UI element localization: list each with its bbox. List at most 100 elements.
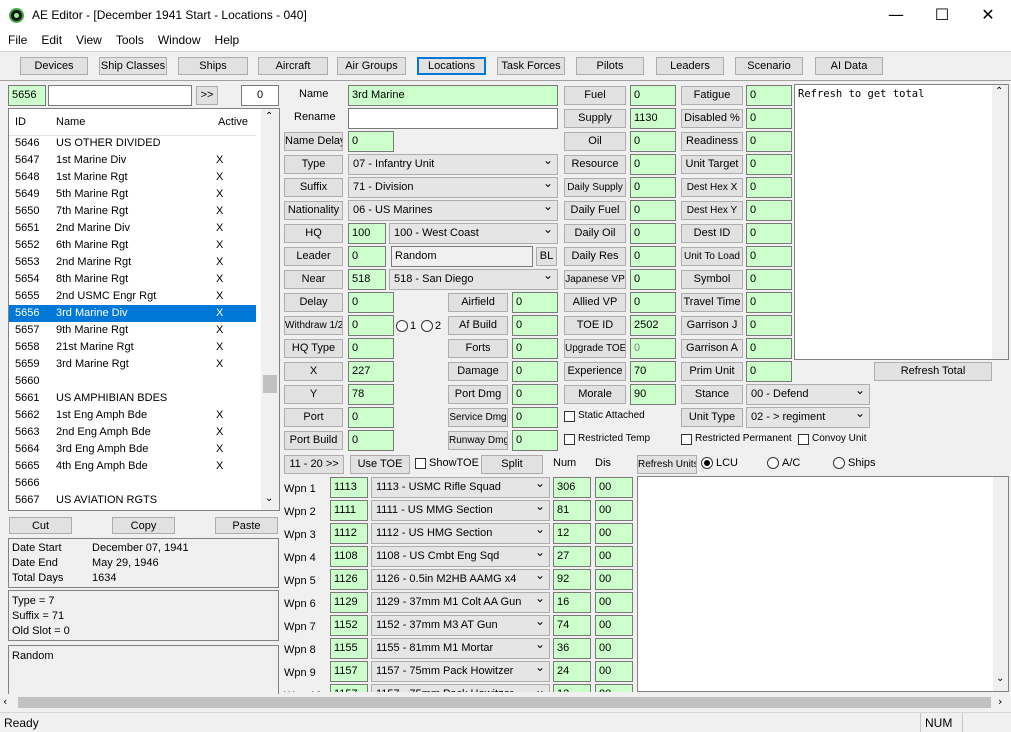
list-item[interactable]: 5665 4th Eng Amph Bde X (9, 458, 256, 475)
name-search-input[interactable] (48, 85, 192, 106)
scroll-right-icon[interactable]: › (998, 695, 1002, 708)
totals-memo[interactable]: Refresh to get total ⌃ (794, 84, 1009, 360)
garrison-a-button[interactable]: Garrison A (681, 339, 743, 358)
horizontal-scroll-thumb[interactable] (18, 697, 991, 708)
toe-id-button[interactable]: TOE ID (564, 316, 626, 335)
tab-scenario[interactable]: Scenario (735, 57, 803, 75)
unit-target-button[interactable]: Unit Target (681, 155, 743, 174)
fuel-button[interactable]: Fuel (564, 86, 626, 105)
list-item[interactable]: 5662 1st Eng Amph Bde X (9, 407, 256, 424)
name-delay-button[interactable]: Name Delay (284, 132, 343, 151)
upgrade-toe-button[interactable]: Upgrade TOE (564, 339, 626, 358)
next-weapons-button[interactable]: 11 - 20 >> (284, 455, 344, 474)
port-dmg-button[interactable]: Port Dmg (448, 385, 508, 404)
weapon-id-field[interactable]: 1157 (330, 684, 368, 692)
morale-field[interactable]: 90 (630, 384, 676, 405)
weapon-dis-field[interactable]: 00 (595, 500, 633, 521)
service-dmg-button[interactable]: Service Dmg (448, 408, 508, 427)
airfield-button[interactable]: Airfield (448, 293, 508, 312)
fatigue-button[interactable]: Fatigue (681, 86, 743, 105)
type-button[interactable]: Type (284, 155, 343, 174)
y-button[interactable]: Y (284, 385, 343, 404)
list-item[interactable]: 5655 2nd USMC Engr Rgt X (9, 288, 256, 305)
weapon-id-field[interactable]: 1108 (330, 546, 368, 567)
menu-file[interactable]: File (0, 31, 33, 47)
unit-to-load-field[interactable]: 0 (746, 246, 792, 267)
scroll-thumb[interactable] (263, 375, 277, 393)
y-field[interactable]: 78 (348, 384, 394, 405)
garrison-a-field[interactable]: 0 (746, 338, 792, 359)
forts-field[interactable]: 0 (512, 338, 558, 359)
stance-select[interactable]: 00 - Defend (746, 384, 870, 405)
port-field[interactable]: 0 (348, 407, 394, 428)
oil-field[interactable]: 0 (630, 131, 676, 152)
tab-ships[interactable]: Ships (178, 57, 248, 75)
disabled-field[interactable]: 0 (746, 108, 792, 129)
weapon-num-field[interactable]: 306 (553, 477, 591, 498)
daily-fuel-field[interactable]: 0 (630, 200, 676, 221)
unit-to-load-button[interactable]: Unit To Load (681, 247, 743, 266)
refresh-total-button[interactable]: Refresh Total (874, 362, 992, 381)
delay-button[interactable]: Delay (284, 293, 343, 312)
weapon-num-field[interactable]: 24 (553, 661, 591, 682)
weapon-select[interactable]: 1108 - US Cmbt Eng Sqd (371, 546, 550, 567)
memo-scrollbar[interactable]: ⌃ (992, 85, 1008, 359)
garrison-j-button[interactable]: Garrison J (681, 316, 743, 335)
split-button[interactable]: Split (481, 455, 543, 474)
weapon-select[interactable]: 1113 - USMC Rifle Squad (371, 477, 550, 498)
list-item[interactable]: 5657 9th Marine Rgt X (9, 322, 256, 339)
paste-button[interactable]: Paste (215, 517, 278, 534)
list-item[interactable]: 5666 (9, 475, 256, 492)
nationality-select[interactable]: 06 - US Marines (348, 200, 558, 221)
suffix-button[interactable]: Suffix (284, 178, 343, 197)
weapon-select[interactable]: 1112 - US HMG Section (371, 523, 550, 544)
dest-hex-y-field[interactable]: 0 (746, 200, 792, 221)
list-item[interactable]: 5653 2nd Marine Rgt X (9, 254, 256, 271)
tab-task-forces[interactable]: Task Forces (497, 57, 565, 75)
weapon-num-field[interactable]: 16 (553, 592, 591, 613)
list-item[interactable]: 5656 3rd Marine Div X (9, 305, 256, 322)
runway-dmg-field[interactable]: 0 (512, 430, 558, 451)
garrison-j-field[interactable]: 0 (746, 315, 792, 336)
convoy-unit-checkbox[interactable] (798, 434, 809, 445)
name-delay-field[interactable]: 0 (348, 131, 394, 152)
type-select[interactable]: 07 - Infantry Unit (348, 154, 558, 175)
forts-button[interactable]: Forts (448, 339, 508, 358)
leader-button[interactable]: Leader (284, 247, 343, 266)
unit-target-field[interactable]: 0 (746, 154, 792, 175)
memo-scroll-up-icon[interactable]: ⌃ (995, 86, 1003, 97)
nationality-button[interactable]: Nationality (284, 201, 343, 220)
weapon-select[interactable]: 1129 - 37mm M1 Colt AA Gun (371, 592, 550, 613)
oil-button[interactable]: Oil (564, 132, 626, 151)
list-item[interactable]: 5649 5th Marine Rgt X (9, 186, 256, 203)
cut-button[interactable]: Cut (9, 517, 72, 534)
weapon-dis-field[interactable]: 00 (595, 661, 633, 682)
weapon-select[interactable]: 1157 - 75mm Pack Howitzer (371, 661, 550, 682)
weapon-dis-field[interactable]: 00 (595, 569, 633, 590)
suffix-select[interactable]: 71 - Division (348, 177, 558, 198)
list-item[interactable]: 5667 US AVIATION RGTS (9, 492, 256, 509)
withdraw-radio-1[interactable] (396, 320, 408, 332)
hq-button[interactable]: HQ (284, 224, 343, 243)
horizontal-scrollbar[interactable]: ‹ › (0, 694, 1011, 711)
rename-input[interactable] (348, 108, 558, 129)
restricted-permanent-checkbox[interactable] (681, 434, 692, 445)
weapon-id-field[interactable]: 1112 (330, 523, 368, 544)
list-item[interactable]: 5661 US AMPHIBIAN BDES (9, 390, 256, 407)
dest-hex-y-button[interactable]: Dest Hex Y (681, 201, 743, 220)
x-field[interactable]: 227 (348, 361, 394, 382)
x-button[interactable]: X (284, 362, 343, 381)
weapon-id-field[interactable]: 1126 (330, 569, 368, 590)
weapon-select[interactable]: 1152 - 37mm M3 AT Gun (371, 615, 550, 636)
af-build-field[interactable]: 0 (512, 315, 558, 336)
list-scrollbar[interactable]: ⌃ ⌄ (261, 109, 279, 510)
supply-button[interactable]: Supply (564, 109, 626, 128)
restricted-temp-checkbox[interactable] (564, 434, 575, 445)
app-icon[interactable] (9, 8, 24, 23)
hq-type-button[interactable]: HQ Type (284, 339, 343, 358)
menu-edit[interactable]: Edit (33, 31, 68, 47)
list-item[interactable]: 5658 21st Marine Rgt X (9, 339, 256, 356)
close-button[interactable]: ✕ (965, 0, 1011, 31)
af-build-button[interactable]: Af Build (448, 316, 508, 335)
disabled-button[interactable]: Disabled % (681, 109, 743, 128)
